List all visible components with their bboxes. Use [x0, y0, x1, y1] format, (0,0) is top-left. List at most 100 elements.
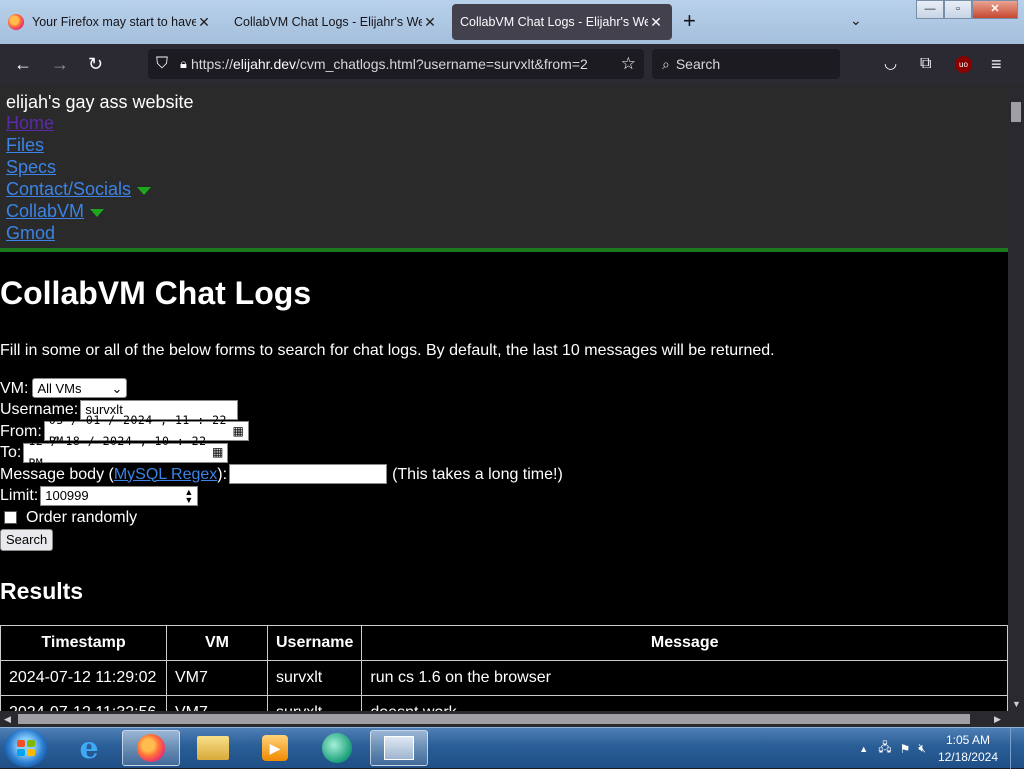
list-tabs-chevron-down-icon[interactable]: ⌄	[850, 12, 862, 29]
new-tab-button[interactable]: +	[683, 10, 696, 32]
url-bar[interactable]: ⛉ 🔒︎ https://elijahr.dev/cvm_chatlogs.ht…	[148, 49, 644, 79]
windows-logo-icon	[17, 740, 35, 756]
remote-app-icon[interactable]	[370, 730, 428, 766]
close-icon[interactable]: ✕	[648, 14, 664, 31]
show-hidden-icons-chevron-up-icon[interactable]: ▲	[859, 744, 868, 754]
tab-chatlogs-1[interactable]: CollabVM Chat Logs - Elijahr's Web ✕	[226, 4, 446, 40]
dropdown-triangle-icon[interactable]	[137, 186, 152, 195]
cell-message: run cs 1.6 on the browser	[361, 660, 1008, 696]
to-row: To: 12 / 18 / 2024 , 10 : 22 PM ▦	[0, 434, 1008, 470]
column-header-message[interactable]: Message	[361, 625, 1008, 661]
clock-date: 12/18/2024	[937, 749, 998, 764]
table-header-row: Timestamp VM Username Message	[0, 625, 1008, 661]
search-icon: ⌕	[662, 55, 670, 72]
nav-link-files[interactable]: Files	[6, 134, 1002, 156]
intro-text: Fill in some or all of the below forms t…	[0, 342, 775, 359]
vertical-scrollbar[interactable]: ▼	[1008, 84, 1024, 711]
to-datetime-input[interactable]: 12 / 18 / 2024 , 10 : 22 PM ▦	[23, 434, 229, 470]
tab-title: Your Firefox may start to have p	[32, 15, 196, 29]
volume-muted-icon[interactable]: 🔇︎	[918, 741, 926, 756]
back-arrow-icon[interactable]: ←	[14, 54, 32, 74]
scrollbar-thumb[interactable]	[18, 714, 970, 724]
start-button[interactable]	[4, 729, 48, 767]
forward-arrow-icon[interactable]: →	[51, 54, 69, 74]
taskbar: e ▶ ▲ 🖧︎ ⚑ 🔇︎ 1:05 AM 12/18/2024	[0, 727, 1024, 769]
column-header-vm[interactable]: VM	[166, 625, 268, 661]
ublock-icon[interactable]: uo	[955, 56, 972, 73]
file-explorer-icon[interactable]	[184, 730, 242, 766]
message-note: (This takes a long time!)	[392, 465, 563, 483]
app-green-icon[interactable]	[308, 730, 366, 766]
url-text[interactable]: https://elijahr.dev/cvm_chatlogs.html?us…	[191, 56, 591, 72]
nav-toolbar: ← → ↻ ⛉ 🔒︎ https://elijahr.dev/cvm_chatl…	[0, 44, 1024, 84]
close-icon[interactable]: ✕	[196, 14, 212, 31]
limit-input[interactable]: 100999 ▲ ▼	[40, 485, 199, 506]
message-body-input[interactable]	[229, 464, 388, 485]
cell-username: survxlt	[266, 660, 363, 696]
vm-select[interactable]: All VMs ⌄	[32, 378, 128, 399]
system-tray: ▲ 🖧︎ ⚑ 🔇︎ 1:05 AM 12/18/2024	[859, 728, 1024, 769]
dropdown-triangle-icon[interactable]	[90, 208, 105, 217]
shield-icon[interactable]: ⛉	[156, 55, 168, 73]
pocket-icon[interactable]: ◡	[884, 54, 897, 74]
limit-value: 100999	[45, 488, 89, 503]
page-title: CollabVM Chat Logs	[0, 275, 312, 311]
url-scheme: https://	[190, 56, 233, 72]
firefox-taskbar-icon[interactable]	[122, 730, 180, 766]
nav-link-collabvm[interactable]: CollabVM	[6, 201, 84, 221]
action-center-flag-icon[interactable]: ⚑	[900, 742, 911, 756]
maximize-button[interactable]: ▫	[944, 0, 972, 19]
to-label: To:	[0, 444, 22, 461]
nav-link-gmod[interactable]: Gmod	[6, 222, 1002, 244]
results-table: Timestamp VM Username Message 2024-07-12…	[0, 625, 1008, 711]
order-randomly-label: Order randomly	[26, 508, 138, 526]
scrollbar-thumb[interactable]	[1011, 102, 1021, 122]
table-row: 2024-07-12 11:32:56 VM7 survxlt doesnt w…	[0, 695, 1008, 711]
order-randomly-checkbox[interactable]	[4, 510, 17, 524]
show-desktop-button[interactable]	[1010, 728, 1024, 769]
nav-link-home[interactable]: Home	[6, 112, 1002, 134]
vm-label: VM:	[0, 379, 29, 397]
reload-icon[interactable]: ↻	[88, 54, 103, 74]
vm-row: VM: All VMs ⌄	[0, 378, 1008, 400]
column-header-timestamp[interactable]: Timestamp	[0, 625, 167, 661]
calendar-icon[interactable]: ▦	[212, 442, 223, 464]
spinner-arrows-icon[interactable]: ▲ ▼	[184, 487, 193, 504]
menu-icon[interactable]: ≡	[991, 54, 1002, 74]
close-icon[interactable]: ✕	[422, 14, 438, 31]
tab-title: CollabVM Chat Logs - Elijahr's Web	[234, 15, 422, 29]
lock-icon[interactable]: 🔒︎	[180, 56, 187, 72]
limit-row: Limit: 100999 ▲ ▼	[0, 485, 1008, 507]
cell-vm: VM7	[166, 695, 268, 711]
calendar-icon[interactable]: ▦	[232, 421, 243, 443]
tab-firefox-notice[interactable]: Your Firefox may start to have p ✕	[0, 4, 220, 40]
close-window-button[interactable]: ✕	[972, 0, 1018, 19]
search-placeholder: Search	[675, 56, 721, 72]
url-path: /cvm_chatlogs.html?username=survxlt&from…	[296, 56, 588, 72]
window-controls: — ▫ ✕	[916, 0, 1018, 19]
url-host: elijahr.dev	[232, 56, 297, 72]
scroll-right-arrow-icon[interactable]: ▶	[994, 714, 1001, 725]
submit-row: Search	[0, 528, 1008, 551]
network-icon[interactable]: 🖧︎	[878, 738, 891, 759]
search-input[interactable]: ⌕ Search	[652, 49, 840, 79]
nav-link-specs[interactable]: Specs	[6, 156, 1002, 178]
media-player-icon[interactable]: ▶	[246, 730, 304, 766]
clock-time: 1:05 AM	[945, 732, 990, 747]
column-header-username[interactable]: Username	[266, 625, 363, 661]
bookmark-star-icon[interactable]: ☆	[621, 54, 636, 74]
tab-chatlogs-active[interactable]: CollabVM Chat Logs - Elijahr's Web ✕	[452, 4, 672, 40]
internet-explorer-icon[interactable]: e	[60, 730, 118, 766]
extensions-icon[interactable]: ⧉	[920, 54, 931, 74]
scroll-left-arrow-icon[interactable]: ◀	[4, 714, 11, 725]
tab-title: CollabVM Chat Logs - Elijahr's Web	[460, 15, 648, 29]
minimize-button[interactable]: —	[916, 0, 944, 19]
firefox-favicon-icon	[8, 14, 24, 30]
clock[interactable]: 1:05 AM 12/18/2024	[938, 732, 998, 766]
search-button[interactable]: Search	[0, 528, 54, 551]
scroll-down-arrow-icon[interactable]: ▼	[1012, 699, 1021, 709]
mysql-regex-link[interactable]: MySQL Regex	[114, 464, 217, 486]
cell-timestamp: 2024-07-12 11:29:02	[0, 660, 167, 696]
nav-link-contact[interactable]: Contact/Socials	[6, 179, 131, 199]
horizontal-scrollbar[interactable]: ◀ ▶	[0, 711, 1024, 727]
